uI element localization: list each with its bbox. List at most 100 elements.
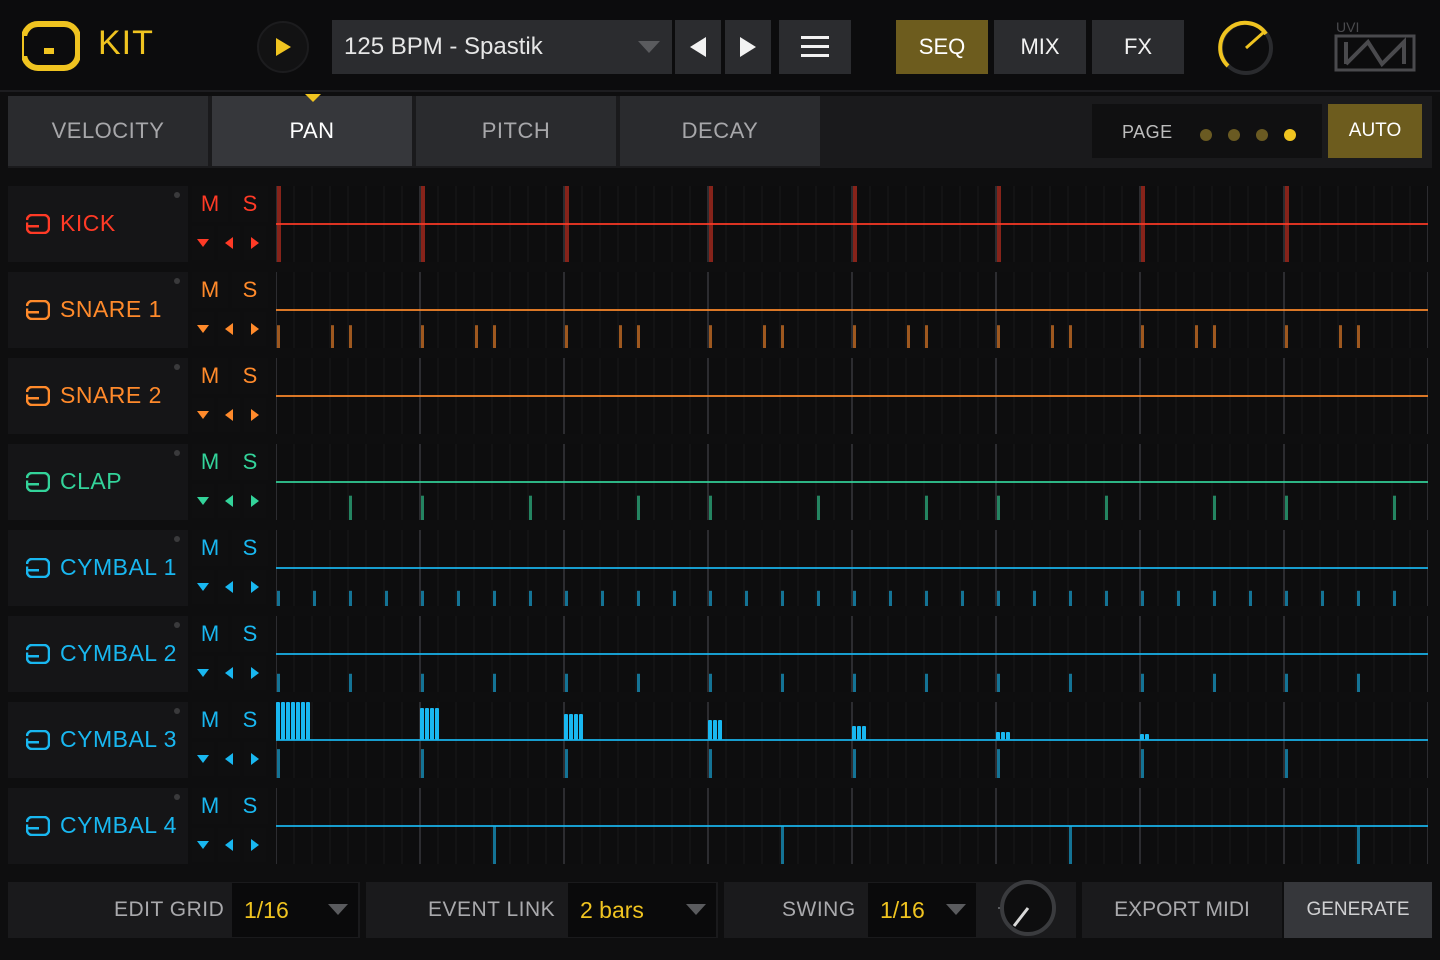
track-options-button[interactable] <box>192 570 214 604</box>
previous-preset-button[interactable] <box>675 20 721 74</box>
play-button[interactable] <box>257 21 309 73</box>
tab-seq[interactable]: SEQ <box>896 20 988 74</box>
shift-left-button[interactable] <box>218 828 240 862</box>
shift-left-button[interactable] <box>218 570 240 604</box>
solo-button[interactable]: S <box>232 788 268 824</box>
step-lane[interactable] <box>276 444 1428 520</box>
step-lane[interactable] <box>276 530 1428 606</box>
shift-left-button[interactable] <box>218 312 240 346</box>
chevron-down-icon <box>197 841 209 849</box>
app-title: KIT <box>98 24 154 62</box>
edit-grid-select[interactable]: 1/16 <box>232 883 358 937</box>
master-volume-knob[interactable] <box>1216 18 1276 78</box>
track-activity-led <box>174 708 180 714</box>
mute-button[interactable]: M <box>192 272 228 308</box>
tab-velocity[interactable]: VELOCITY <box>8 96 208 166</box>
tab-fx[interactable]: FX <box>1092 20 1184 74</box>
step-lane[interactable] <box>276 788 1428 864</box>
track-logo-icon <box>26 730 50 750</box>
track-select-button[interactable]: CLAP <box>8 444 188 520</box>
shift-left-button[interactable] <box>218 226 240 260</box>
mute-button[interactable]: M <box>192 530 228 566</box>
track-options-button[interactable] <box>192 656 214 690</box>
generate-button[interactable]: GENERATE <box>1284 882 1432 938</box>
solo-button[interactable]: S <box>232 358 268 394</box>
track-select-button[interactable]: CYMBAL 1 <box>8 530 188 606</box>
hamburger-menu-icon <box>801 36 829 57</box>
tab-decay[interactable]: DECAY <box>620 96 820 166</box>
track-options-button[interactable] <box>192 398 214 432</box>
track-list: KICK M S SNARE 1 M S SNARE 2 M S CLAP M … <box>8 176 1432 866</box>
chevron-down-icon <box>197 239 209 247</box>
shift-right-button[interactable] <box>244 656 266 690</box>
solo-button[interactable]: S <box>232 530 268 566</box>
track-select-button[interactable]: KICK <box>8 186 188 262</box>
shift-left-button[interactable] <box>218 484 240 518</box>
mute-button[interactable]: M <box>192 702 228 738</box>
track-select-button[interactable]: CYMBAL 2 <box>8 616 188 692</box>
tab-mix[interactable]: MIX <box>994 20 1086 74</box>
track-select-button[interactable]: SNARE 2 <box>8 358 188 434</box>
track-row: CYMBAL 2 M S <box>8 606 1432 692</box>
step-lane[interactable] <box>276 272 1428 348</box>
step-lane[interactable] <box>276 702 1428 778</box>
shift-right-button[interactable] <box>244 312 266 346</box>
shift-right-button[interactable] <box>244 226 266 260</box>
shift-right-button[interactable] <box>244 484 266 518</box>
track-options-button[interactable] <box>192 828 214 862</box>
step-lane[interactable] <box>276 358 1428 434</box>
menu-button[interactable] <box>779 20 851 74</box>
solo-button[interactable]: S <box>232 702 268 738</box>
page-dot-4[interactable] <box>1284 129 1296 141</box>
mute-button[interactable]: M <box>192 788 228 824</box>
track-logo-icon <box>26 386 50 406</box>
track-options-button[interactable] <box>192 312 214 346</box>
tab-pitch[interactable]: PITCH <box>416 96 616 166</box>
event-link-label: EVENT LINK <box>428 898 556 921</box>
shift-right-button[interactable] <box>244 570 266 604</box>
step-lane[interactable] <box>276 616 1428 692</box>
step-lane-graph <box>276 616 1428 692</box>
track-options-button[interactable] <box>192 226 214 260</box>
tab-pan[interactable]: PAN <box>212 96 412 166</box>
page-dot-3[interactable] <box>1256 129 1268 141</box>
mute-button[interactable]: M <box>192 444 228 480</box>
step-lane-graph <box>276 530 1428 606</box>
shift-right-button[interactable] <box>244 828 266 862</box>
active-tab-indicator <box>305 94 321 102</box>
mute-button[interactable]: M <box>192 358 228 394</box>
step-lane[interactable] <box>276 186 1428 262</box>
chevron-down-icon <box>197 669 209 677</box>
export-midi-button[interactable]: EXPORT MIDI <box>1082 882 1282 938</box>
page-dot-2[interactable] <box>1228 129 1240 141</box>
track-select-button[interactable]: CYMBAL 4 <box>8 788 188 864</box>
track-options-button[interactable] <box>192 742 214 776</box>
solo-button[interactable]: S <box>232 616 268 652</box>
track-options-button[interactable] <box>192 484 214 518</box>
solo-button[interactable]: S <box>232 272 268 308</box>
mute-button[interactable]: M <box>192 186 228 222</box>
swing-select[interactable]: 1/16 <box>868 883 976 937</box>
mute-button[interactable]: M <box>192 616 228 652</box>
next-preset-button[interactable] <box>725 20 771 74</box>
solo-button[interactable]: S <box>232 186 268 222</box>
shift-right-button[interactable] <box>244 742 266 776</box>
shift-left-button[interactable] <box>218 742 240 776</box>
shift-left-button[interactable] <box>218 398 240 432</box>
solo-button[interactable]: S <box>232 444 268 480</box>
track-row: CYMBAL 4 M S <box>8 778 1432 864</box>
swing-amount-knob[interactable] <box>998 878 1058 938</box>
track-select-button[interactable]: SNARE 1 <box>8 272 188 348</box>
event-link-select[interactable]: 2 bars <box>568 883 716 937</box>
chevron-down-icon <box>197 325 209 333</box>
shift-left-button[interactable] <box>218 656 240 690</box>
step-lane-graph <box>276 358 1428 434</box>
preset-selector[interactable]: 125 BPM - Spastik <box>332 20 672 74</box>
page-dot-1[interactable] <box>1200 129 1212 141</box>
arrow-right-icon <box>740 37 756 57</box>
auto-page-button[interactable]: AUTO <box>1328 104 1422 158</box>
arrow-left-icon <box>690 37 706 57</box>
track-activity-led <box>174 622 180 628</box>
shift-right-button[interactable] <box>244 398 266 432</box>
track-select-button[interactable]: CYMBAL 3 <box>8 702 188 778</box>
